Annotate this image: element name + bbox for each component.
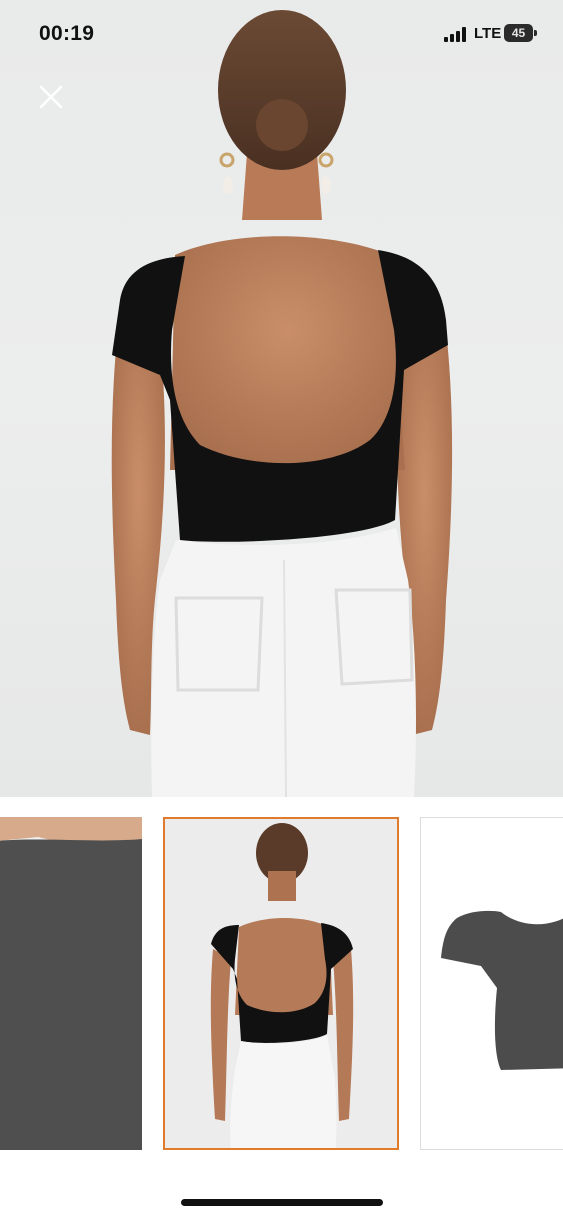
main-product-image[interactable] xyxy=(0,0,563,797)
home-indicator[interactable] xyxy=(181,1199,383,1206)
cellular-signal-icon xyxy=(444,27,466,42)
network-label: LTE xyxy=(474,25,502,42)
thumbnail-fabric-closeup[interactable] xyxy=(0,817,142,1150)
battery-tip xyxy=(534,30,537,36)
close-button[interactable] xyxy=(34,80,68,114)
product-flatlay-photo xyxy=(421,818,563,1149)
model-back-view-photo xyxy=(165,819,397,1148)
battery-level: 45 xyxy=(511,26,526,40)
thumbnail-product-flatlay[interactable] xyxy=(420,817,563,1150)
close-icon xyxy=(39,85,63,109)
status-bar: 00:19 LTE 45 xyxy=(0,0,563,66)
battery-body: 45 xyxy=(504,24,533,42)
battery-icon: 45 xyxy=(504,24,538,42)
status-time: 00:19 xyxy=(39,22,95,45)
thumbnail-model-back[interactable] xyxy=(163,817,399,1150)
thumbnail-strip xyxy=(0,797,563,1177)
model-back-view-illustration xyxy=(111,10,453,797)
fabric-closeup-photo xyxy=(0,817,142,1150)
